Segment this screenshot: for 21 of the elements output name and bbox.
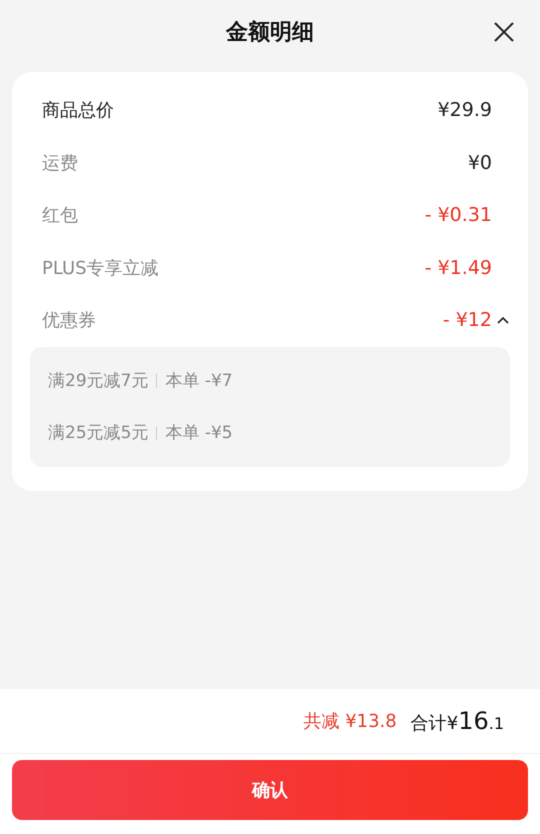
coupon-rule: 满25元减5元 [48, 422, 148, 444]
row-label: 优惠券 [42, 309, 96, 332]
coupon-rule: 满29元减7元 [48, 370, 148, 392]
row-value: - ¥12 [442, 309, 492, 332]
row-value: - ¥0.31 [424, 204, 492, 226]
coupon-saving: 本单 -¥7 [165, 370, 233, 392]
row-label: PLUS专享立减 [42, 256, 159, 280]
dialog-title: 金额明细 [226, 19, 314, 47]
caret-up-icon[interactable] [496, 315, 510, 326]
confirm-button[interactable]: 确认 [12, 760, 528, 820]
coupon-saving: 本单 -¥5 [165, 422, 233, 444]
row-label: 商品总价 [42, 99, 114, 122]
close-icon[interactable] [492, 20, 516, 44]
total-label: 合计 [410, 712, 447, 735]
row-value: ¥29.9 [438, 99, 492, 122]
row-label: 运费 [42, 152, 78, 175]
total-amount: ¥16.1 [446, 707, 504, 735]
row-value: - ¥1.49 [424, 256, 492, 279]
total-savings: 共减 ¥13.8 [303, 710, 397, 733]
row-label: 红包 [42, 204, 78, 228]
row-value: ¥0 [468, 152, 492, 174]
